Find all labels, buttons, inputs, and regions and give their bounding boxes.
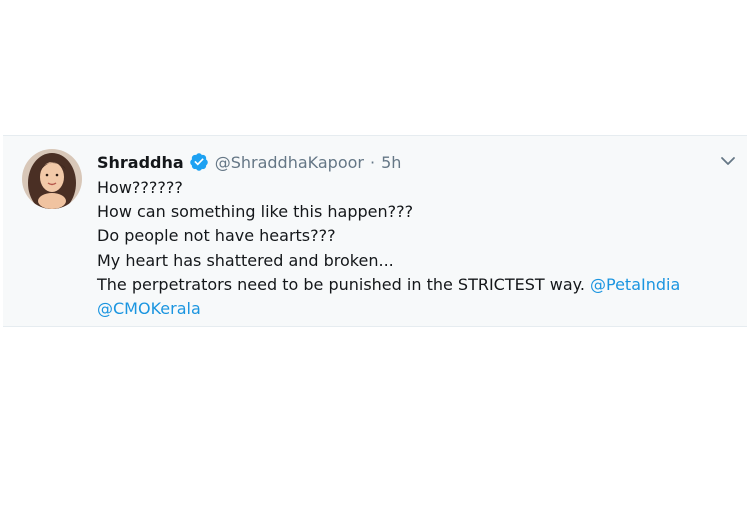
display-name[interactable]: Shraddha	[97, 153, 184, 172]
tweet-line-1: How??????	[97, 178, 183, 197]
avatar[interactable]	[22, 149, 82, 209]
tweet-card[interactable]: Shraddha @ShraddhaKapoor · 5h How?????? …	[3, 135, 747, 327]
tweet-line-5: The perpetrators need to be punished in …	[97, 273, 737, 297]
tweet-header: Shraddha @ShraddhaKapoor · 5h	[97, 150, 401, 174]
tweet-line-4: My heart has shattered and broken...	[97, 250, 394, 270]
timestamp[interactable]: 5h	[381, 153, 401, 172]
chevron-down-icon[interactable]	[719, 153, 737, 167]
mention-petaindia[interactable]: @PetaIndia	[590, 275, 680, 294]
separator-dot: ·	[369, 152, 376, 172]
tweet-line-2: How can something like this happen???	[97, 202, 414, 222]
avatar-image	[22, 149, 82, 209]
tweet-line-6: @CMOKerala	[97, 297, 737, 321]
mention-cmokerala[interactable]: @CMOKerala	[97, 299, 201, 318]
tweet-text: How?????? How can something like this ha…	[97, 176, 737, 321]
tweet-line-5-text: The perpetrators need to be punished in …	[97, 274, 590, 294]
tweet-line-3: Do people not have hearts???	[97, 226, 336, 246]
verified-check-icon	[189, 152, 209, 172]
user-handle[interactable]: @ShraddhaKapoor	[215, 153, 364, 172]
